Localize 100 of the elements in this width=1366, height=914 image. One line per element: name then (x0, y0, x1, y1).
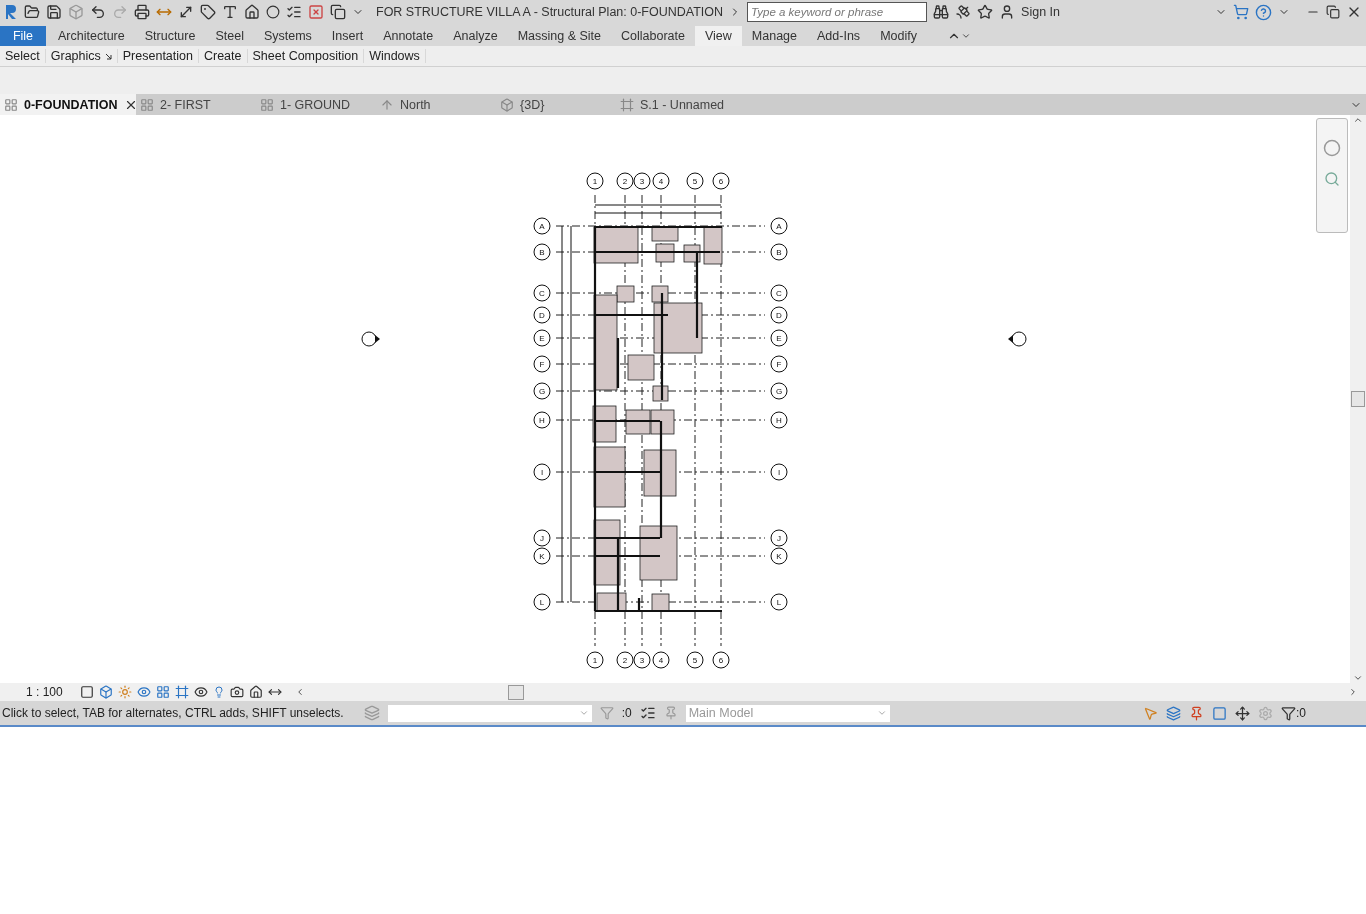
house-icon[interactable] (244, 4, 260, 20)
tag-icon[interactable] (200, 4, 216, 20)
open-view-tab[interactable]: 0-FOUNDATION (0, 94, 136, 115)
list-icon[interactable] (286, 4, 302, 20)
ribbon-panel-label[interactable]: Presentation (122, 49, 193, 63)
ribbon-tab[interactable]: Insert (321, 26, 374, 46)
plan-view-icon (140, 97, 154, 112)
visual-style-icon[interactable] (98, 685, 113, 699)
satellite-icon[interactable] (955, 4, 972, 20)
open-folder-icon[interactable] (24, 4, 40, 20)
ribbon-tab[interactable]: Analyze (443, 26, 508, 46)
open-view-tab[interactable]: {3D} (496, 94, 616, 115)
cart-icon[interactable] (1233, 4, 1249, 20)
ribbon-panel-label[interactable]: Windows (369, 49, 420, 63)
ribbon-tab[interactable]: Systems (253, 26, 322, 46)
grid-bubble: 3 (633, 651, 651, 669)
camera-icon[interactable] (229, 685, 244, 699)
grid-bubble: G (770, 382, 788, 400)
ribbon-tab[interactable]: Structure (134, 26, 206, 46)
plan-view-icon (260, 97, 274, 112)
grid-bubble: 4 (652, 172, 670, 190)
house-icon[interactable] (248, 685, 263, 699)
view-scale[interactable]: 1 : 100 (26, 685, 63, 699)
pinned-select-icon[interactable] (1189, 705, 1204, 721)
help-icon[interactable] (1255, 3, 1272, 21)
close-hidden-icon[interactable] (308, 4, 324, 20)
grid-bubble: L (533, 593, 551, 611)
ribbon-tab[interactable]: Massing & Site (507, 26, 612, 46)
beam (616, 338, 620, 388)
filter-icon[interactable] (1281, 705, 1296, 721)
ribbon-tab[interactable]: Steel (205, 26, 254, 46)
scrollbar-thumb[interactable] (1351, 391, 1365, 407)
grid-bubble: H (533, 411, 551, 429)
open-view-tab[interactable]: 1- GROUND (256, 94, 376, 115)
text-icon[interactable] (222, 4, 238, 20)
file-menu-button[interactable]: File (0, 26, 46, 46)
ribbon-tab[interactable]: Manage (741, 26, 808, 46)
search-field[interactable]: Type a keyword or phrase (747, 2, 928, 22)
save-icon[interactable] (46, 4, 62, 20)
grid-bubble: L (770, 593, 788, 611)
editable-count: :0 (621, 706, 632, 720)
ribbon-tab[interactable]: Annotate (373, 26, 444, 46)
sheet-view-icon (620, 97, 634, 112)
grid-bubble: I (770, 463, 788, 481)
restore-icon[interactable] (1326, 5, 1340, 19)
ribbon-tab[interactable]: Modify (870, 26, 927, 46)
ribbon-tab[interactable]: Add-Ins (807, 26, 871, 46)
link-select-icon[interactable] (1143, 705, 1158, 721)
lightbulb-icon[interactable] (212, 686, 225, 698)
elevation-marker-icon[interactable] (361, 331, 380, 347)
grid-bubble: C (533, 284, 551, 302)
ribbon-panel-label[interactable]: Sheet Composition (252, 49, 359, 63)
footing (643, 449, 677, 497)
scroll-up-icon[interactable] (1353, 115, 1363, 125)
dialog-launcher-icon[interactable] (104, 52, 112, 60)
grid-bubble: C (770, 284, 788, 302)
open-view-tab[interactable]: 2- FIRST (136, 94, 256, 115)
scroll-down-icon[interactable] (1353, 673, 1363, 683)
open-view-tab[interactable]: North (376, 94, 496, 115)
star-icon[interactable] (977, 4, 994, 20)
grid-bubble: H (770, 411, 788, 429)
grid-bubble: J (770, 529, 788, 547)
underlay-select-icon[interactable] (1166, 705, 1181, 721)
ribbon-panel-label[interactable]: Graphics (50, 49, 101, 63)
zoom-icon[interactable] (1324, 171, 1340, 187)
grid-bubble: K (533, 547, 551, 565)
grid-bubble: 2 (616, 172, 634, 190)
grid-bubble: K (770, 547, 788, 565)
grid-bubble: 6 (712, 651, 730, 669)
scrollbar-thumb[interactable] (508, 684, 524, 700)
grid-bubble: 6 (712, 172, 730, 190)
aligned-dimension-icon[interactable] (178, 4, 194, 20)
app-logo-icon[interactable] (4, 4, 18, 20)
ribbon-tab[interactable]: Architecture (48, 26, 135, 46)
grid-bubble: F (533, 355, 551, 373)
elevation-marker-icon[interactable] (1008, 331, 1027, 347)
grid-bubble: A (770, 217, 788, 235)
ribbon-panel-label[interactable]: Select (5, 49, 40, 63)
grid-bubble: G (533, 382, 551, 400)
print-icon[interactable] (134, 4, 150, 20)
grid-bubble: D (533, 306, 551, 324)
caret-icon (876, 708, 887, 718)
switch-windows-icon[interactable] (330, 4, 346, 20)
undo-icon[interactable] (90, 4, 106, 20)
ribbon-panel-label[interactable]: Create (203, 49, 242, 63)
sign-in-link[interactable]: Sign In (1021, 5, 1060, 19)
detail-level-icon[interactable] (79, 685, 94, 699)
section-icon[interactable] (266, 5, 280, 19)
drag-select-icon[interactable] (1235, 705, 1250, 721)
filter-count: :0 (1296, 706, 1306, 720)
caret-icon (578, 708, 589, 718)
sun-icon[interactable] (117, 685, 132, 699)
binoculars-icon[interactable] (933, 4, 950, 20)
window-title: FOR STRUCTURE VILLA A - Structural Plan: 0-FOUNDATION (376, 5, 724, 19)
ribbon-tab[interactable]: Collaborate (611, 26, 695, 46)
ribbon-tab[interactable]: View (694, 26, 742, 46)
design-options-icon[interactable] (639, 705, 656, 721)
grid-bubble: 5 (686, 651, 704, 669)
open-view-tab[interactable]: S.1 - Unnamed (616, 94, 736, 115)
scroll-right-icon[interactable] (1348, 687, 1358, 697)
